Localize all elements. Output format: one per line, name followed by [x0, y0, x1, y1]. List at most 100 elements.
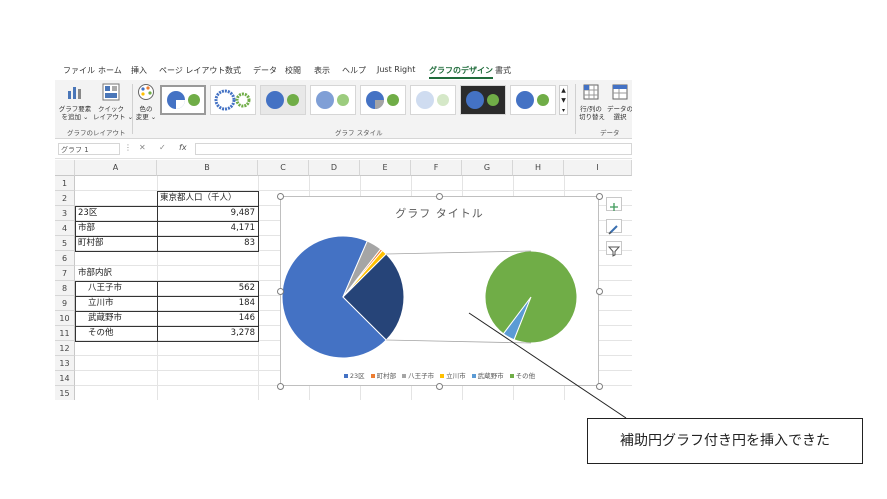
cell-a7[interactable]: 市部内訳 [78, 266, 156, 281]
row-header[interactable]: 1 [55, 176, 75, 191]
resize-handle[interactable] [596, 383, 603, 390]
tab-help[interactable]: ヘルプ [342, 65, 366, 76]
resize-handle[interactable] [277, 288, 284, 295]
enter-icon[interactable]: ✓ [159, 143, 166, 152]
add-chart-element-button[interactable]: グラフ要素 を追加 ⌄ [58, 83, 92, 121]
chart-title[interactable]: グラフ タイトル [281, 205, 598, 221]
cell-a9[interactable]: 立川市 [88, 296, 156, 311]
tab-data[interactable]: データ [253, 65, 277, 76]
chart-style-4[interactable] [310, 85, 356, 115]
chart-style-5[interactable] [360, 85, 406, 115]
row-header[interactable]: 13 [55, 356, 75, 371]
resize-handle[interactable] [596, 288, 603, 295]
chart-style-3[interactable] [260, 85, 306, 115]
formula-input[interactable] [195, 143, 632, 155]
cell-b2[interactable]: 東京都人口（千人） [160, 191, 258, 206]
tab-format[interactable]: 書式 [495, 65, 511, 76]
chart-style-7[interactable] [460, 85, 506, 115]
column-header[interactable]: E [360, 160, 411, 176]
resize-handle[interactable] [436, 383, 443, 390]
column-header[interactable]: H [513, 160, 564, 176]
legend-item[interactable]: 立川市 [440, 372, 466, 380]
resize-handle[interactable] [277, 193, 284, 200]
name-box[interactable]: グラフ 1 [58, 143, 120, 155]
cell-b4[interactable]: 4,171 [157, 221, 258, 236]
tab-just-right[interactable]: Just Right [377, 65, 415, 74]
column-header[interactable]: A [75, 160, 157, 176]
legend-item[interactable]: 武蔵野市 [471, 372, 504, 380]
row-header[interactable]: 9 [55, 296, 75, 311]
more-icon[interactable]: ▾ [560, 106, 567, 116]
cell-a5[interactable]: 町村部 [78, 236, 156, 251]
tab-chart-design[interactable]: グラフのデザイン [429, 65, 493, 79]
chart-style-8[interactable] [510, 85, 556, 115]
pie-of-pie-plot[interactable] [281, 227, 598, 377]
chevron-up-icon[interactable]: ▲ [560, 86, 567, 96]
row-header[interactable]: 3 [55, 206, 75, 221]
row-header[interactable]: 2 [55, 191, 75, 206]
legend-swatch [471, 374, 476, 378]
cell-a3[interactable]: 23区 [78, 206, 156, 221]
row-header[interactable]: 4 [55, 221, 75, 236]
quick-layout-button[interactable]: クイック レイアウト ⌄ [93, 83, 133, 121]
tab-file[interactable]: ファイル [63, 65, 95, 76]
chart-elements-button[interactable] [606, 197, 622, 211]
legend-item[interactable]: 八王子市 [402, 372, 434, 380]
resize-handle[interactable] [277, 383, 284, 390]
legend-item[interactable]: その他 [509, 372, 535, 380]
change-colors-button[interactable]: 色の 変更 ⌄ [134, 83, 158, 121]
cell-b9[interactable]: 184 [157, 296, 258, 311]
row-header[interactable]: 10 [55, 311, 75, 326]
cell-b5[interactable]: 83 [157, 236, 258, 251]
cancel-icon[interactable]: ✕ [139, 143, 146, 152]
chart-styles-button[interactable] [606, 219, 622, 235]
row-header[interactable]: 14 [55, 371, 75, 386]
cell-b3[interactable]: 9,487 [157, 206, 258, 221]
cell-b11[interactable]: 3,278 [157, 326, 258, 341]
tab-formulas[interactable]: 数式 [225, 65, 241, 76]
legend-item[interactable]: 町村部 [370, 372, 396, 380]
pie-slice-その他[interactable] [484, 250, 578, 344]
select-data-button[interactable]: データの 選択 [605, 83, 632, 121]
column-header[interactable]: B [157, 160, 258, 176]
tab-page-layout[interactable]: ページ レイアウト [159, 65, 225, 76]
row-header[interactable]: 15 [55, 386, 75, 400]
chart-filters-button[interactable] [606, 241, 622, 257]
gallery-scroll[interactable]: ▲ ▼ ▾ [559, 85, 568, 115]
cell-a8[interactable]: 八王子市 [88, 281, 156, 296]
row-header[interactable]: 12 [55, 341, 75, 356]
cell-b10[interactable]: 146 [157, 311, 258, 326]
insert-function-icon[interactable]: fx [179, 143, 187, 152]
chart-style-1[interactable] [160, 85, 206, 115]
row-header[interactable]: 7 [55, 266, 75, 281]
cell-a4[interactable]: 市部 [78, 221, 156, 236]
chart-style-6[interactable] [410, 85, 456, 115]
cell-a11[interactable]: その他 [88, 326, 156, 341]
resize-handle[interactable] [436, 193, 443, 200]
select-all-corner[interactable] [55, 160, 75, 176]
cell-a10[interactable]: 武蔵野市 [88, 311, 156, 326]
resize-handle[interactable] [596, 193, 603, 200]
column-header[interactable]: D [309, 160, 360, 176]
column-header[interactable]: I [564, 160, 632, 176]
tab-insert[interactable]: 挿入 [131, 65, 147, 76]
chevron-down-icon[interactable]: ▼ [560, 96, 567, 106]
switch-row-column-button[interactable]: 行/列の 切り替え [579, 83, 605, 121]
column-header[interactable]: F [411, 160, 462, 176]
chart-area[interactable]: グラフ タイトル 23区 町村部 八王子市 立川市 武蔵野市 その他 [280, 196, 599, 386]
column-header[interactable]: G [462, 160, 513, 176]
column-header[interactable]: C [258, 160, 309, 176]
row-header[interactable]: 6 [55, 251, 75, 266]
tab-review[interactable]: 校閲 [285, 65, 301, 76]
row-header[interactable]: 5 [55, 236, 75, 251]
legend-item[interactable]: 23区 [343, 372, 365, 380]
name-box-dropdown-icon[interactable]: ⋮ [124, 143, 132, 152]
row-header[interactable]: 8 [55, 281, 75, 296]
tab-view[interactable]: 表示 [314, 65, 330, 76]
cell-b8[interactable]: 562 [157, 281, 258, 296]
palette-icon [138, 84, 154, 100]
chart-style-2[interactable] [210, 85, 256, 115]
row-header[interactable]: 11 [55, 326, 75, 341]
tab-home[interactable]: ホーム [98, 65, 122, 76]
chart-legend[interactable]: 23区 町村部 八王子市 立川市 武蔵野市 その他 [281, 370, 598, 380]
